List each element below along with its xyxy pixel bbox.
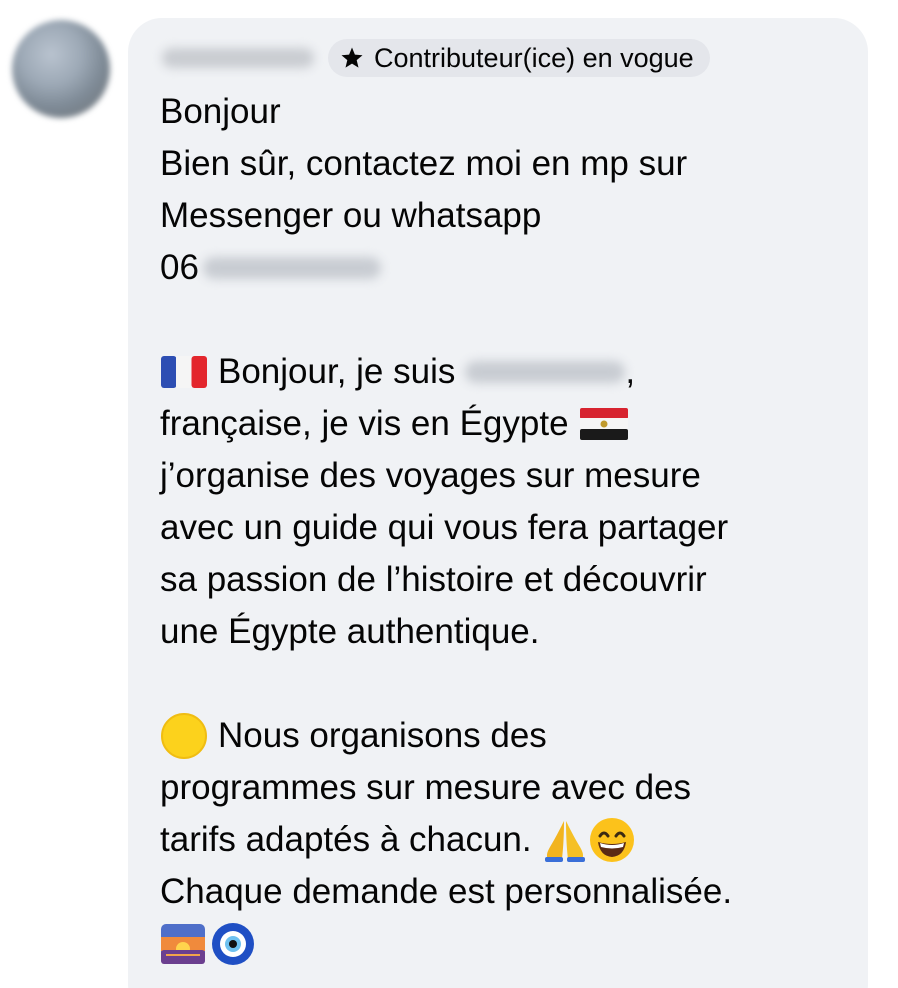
intro-text: Bonjour, je suis (218, 352, 456, 391)
text-line: Nous organisons des (160, 710, 850, 762)
text-line: j’organise des voyages sur mesure (160, 456, 701, 495)
text-segment: tarifs adaptés à chacun. (160, 820, 532, 859)
phone-number-redacted (202, 257, 381, 279)
text-line: tarifs adaptés à chacun. (160, 814, 850, 866)
text-line: Chaque demande est personnalisée. (160, 872, 733, 911)
intro-comma: , (625, 352, 636, 391)
comment-thread: Contributeur(ice) en vogue Bonjour Bien … (0, 0, 898, 988)
text-line: programmes sur mesure avec des (160, 768, 692, 807)
text-line: une Égypte authentique. (160, 612, 540, 651)
text-line: Bien sûr, contactez moi en mp sur (160, 144, 688, 183)
nazar-amulet-icon (212, 923, 254, 965)
phone-line: 06 (160, 242, 850, 294)
text-line: Messenger ou whatsapp (160, 196, 542, 235)
text-line: sa passion de l’histoire et découvrir (160, 560, 707, 599)
text-line: française, je vis en Égypte (160, 398, 850, 450)
text-segment: française, je vis en Égypte (160, 404, 569, 443)
text-segment: Nous organisons des (218, 716, 547, 755)
author-name-redacted[interactable] (162, 48, 314, 68)
text-line: Bonjour, je suis , (160, 346, 850, 398)
egypt-flag-icon (579, 408, 628, 440)
yellow-circle-icon (161, 713, 207, 759)
star-icon (341, 47, 363, 68)
praying-hands-icon (544, 821, 585, 862)
comment-header: Contributeur(ice) en vogue (162, 38, 710, 78)
grinning-face-icon (589, 818, 634, 862)
france-flag-icon (161, 356, 207, 388)
badge-label: Contributeur(ice) en vogue (374, 42, 694, 73)
name-redacted (465, 361, 626, 383)
comment-text: Bonjour Bien sûr, contactez moi en mp su… (160, 86, 850, 970)
phone-prefix: 06 (160, 248, 199, 287)
top-contributor-badge[interactable]: Contributeur(ice) en vogue (328, 39, 710, 77)
sunset-icon (161, 924, 205, 964)
text-line: avec un guide qui vous fera partager (160, 508, 729, 547)
text-line (160, 918, 850, 970)
avatar[interactable] (12, 20, 110, 118)
text-line: Bonjour (160, 92, 281, 131)
